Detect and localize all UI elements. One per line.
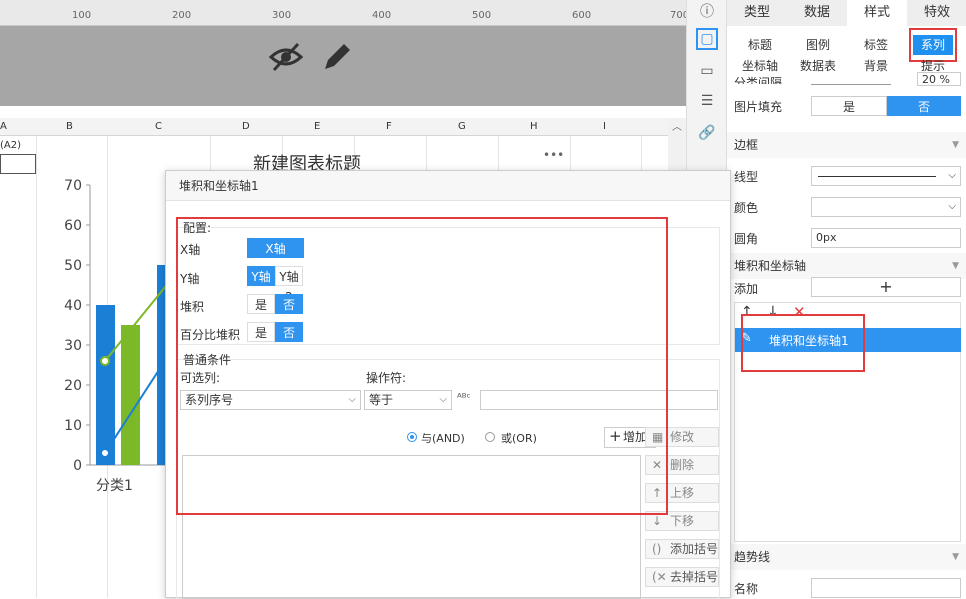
line-point (100, 448, 110, 458)
y-tick-label: 30 (64, 338, 82, 354)
line-type-label: 线型 (734, 170, 759, 184)
column-label: A (0, 121, 7, 132)
subtab-axis[interactable]: 坐标轴 (731, 56, 789, 76)
line-type-select[interactable]: ⌵ (811, 166, 961, 186)
color-select[interactable]: ⌵ (811, 197, 961, 217)
stack-axis-dialog: 堆积和坐标轴1 配置: X轴 X轴 Y轴 Y轴 Y轴2 堆积 是 否 百分比堆积… (165, 170, 731, 599)
hide-eye-icon[interactable] (268, 40, 304, 74)
tab-data[interactable]: 数据 (787, 0, 847, 26)
chart-toolbar-band (0, 26, 686, 106)
column-label: G (458, 121, 466, 132)
move-down-label: 下移 (670, 514, 695, 528)
border-section-title: 边框 (734, 138, 759, 152)
name-input[interactable] (811, 578, 961, 598)
remove-paren-button[interactable]: (✕ 去掉括号 (645, 567, 719, 587)
subtab-legend[interactable]: 图例 (789, 35, 847, 55)
column-label: H (530, 121, 538, 132)
y-tick-label: 20 (64, 378, 82, 394)
ruler-tick: 400 (372, 10, 392, 21)
delete-label: 删除 (670, 458, 695, 472)
category-label: 分类1 (96, 478, 133, 494)
name-label: 名称 (734, 582, 759, 596)
gap-slider[interactable] (811, 84, 891, 85)
trend-section-header[interactable]: 趋势线 ▼ (727, 544, 966, 570)
add-paren-button[interactable]: () 添加括号 (645, 539, 719, 559)
remove-paren-icon: (✕ (652, 570, 667, 584)
color-label: 颜色 (734, 201, 759, 215)
cell-reference: (A2) (0, 140, 22, 151)
ruler-tick: 300 (272, 10, 292, 21)
chart-plot: 0 10 20 30 40 50 60 70 (64, 178, 170, 474)
subtab-label[interactable]: 标签 (847, 35, 905, 55)
chart-area[interactable]: 新建图表标题 ••• 0 10 20 30 40 50 60 70 分类1 (60, 136, 564, 598)
gap-input[interactable]: 20 % (917, 72, 961, 86)
column-label: E (314, 121, 321, 132)
horizontal-ruler: 100 200 300 400 500 600 700 (0, 0, 689, 26)
info-icon[interactable]: ⓘ (696, 0, 718, 22)
add-paren-label: 添加括号 (670, 542, 719, 556)
radius-label: 圆角 (734, 232, 759, 246)
radius-input[interactable]: 0px (811, 228, 961, 248)
edit-pencil-icon[interactable] (320, 40, 354, 74)
select-frame-icon[interactable]: ▢ (696, 28, 718, 50)
tab-effects[interactable]: 特效 (907, 0, 966, 26)
more-icon[interactable]: ••• (543, 148, 564, 162)
collapse-icon: ▼ (952, 140, 959, 150)
y-tick-label: 0 (73, 458, 82, 474)
y-tick-label: 50 (64, 258, 82, 274)
y-tick-label: 40 (64, 298, 82, 314)
properties-panel: 类型 数据 样式 特效 标题 图例 标签 系列 坐标轴 数据表 背景 提示 分类… (726, 0, 966, 598)
selected-cell[interactable] (0, 154, 36, 174)
add-label: 添加 (734, 282, 759, 296)
column-label: D (242, 121, 250, 132)
ruler-tick: 500 (472, 10, 492, 21)
subtab-title[interactable]: 标题 (731, 35, 789, 55)
scroll-up-icon[interactable]: ︿ (672, 118, 682, 133)
subtab-background[interactable]: 背景 (847, 56, 905, 76)
bar (121, 325, 140, 465)
ruler-tick: 200 (172, 10, 192, 21)
panel-icon[interactable]: ▭ (696, 60, 718, 82)
dialog-title: 堆积和坐标轴1 (166, 171, 730, 201)
image-fill-no[interactable]: 否 (887, 96, 961, 116)
chevron-down-icon: ⌵ (948, 201, 956, 212)
y-tick-label: 70 (64, 178, 82, 194)
column-label: C (155, 121, 162, 132)
modify-label: 修改 (670, 430, 695, 444)
y-tick-label: 10 (64, 418, 82, 434)
trend-section-title: 趋势线 (734, 550, 771, 564)
highlight-list-item (741, 314, 865, 372)
ruler-tick: 600 (572, 10, 592, 21)
paren-icon: () (652, 542, 662, 556)
column-label: B (66, 121, 73, 132)
column-header-row: A B C D E F G H I (0, 118, 686, 136)
image-fill-yes[interactable]: 是 (811, 96, 887, 116)
layers-icon[interactable]: ☰ (696, 90, 718, 112)
stack-section-header[interactable]: 堆积和坐标轴 ▼ (727, 253, 966, 279)
tab-type[interactable]: 类型 (727, 0, 787, 26)
link-icon[interactable]: 🔗 (696, 122, 718, 144)
remove-paren-label: 去掉括号 (670, 570, 719, 584)
line-point (100, 356, 110, 366)
chevron-down-icon: ⌵ (948, 170, 956, 181)
column-label: I (603, 121, 606, 132)
image-fill-label: 图片填充 (734, 100, 783, 114)
highlight-config-region (176, 217, 668, 515)
stack-section-title: 堆积和坐标轴 (734, 259, 807, 273)
move-up-label: 上移 (670, 486, 695, 500)
add-button[interactable]: + (811, 277, 961, 297)
collapse-icon: ▼ (952, 261, 959, 271)
line-sample (818, 176, 936, 177)
border-section-header[interactable]: 边框 ▼ (727, 132, 966, 158)
tab-style[interactable]: 样式 (847, 0, 907, 26)
column-label: F (386, 121, 392, 132)
ruler-tick: 100 (72, 10, 92, 21)
gap-label: 分类间隔 (734, 76, 783, 84)
y-tick-label: 60 (64, 218, 82, 234)
subtab-datatable[interactable]: 数据表 (789, 56, 847, 76)
collapse-icon: ▼ (952, 552, 959, 562)
